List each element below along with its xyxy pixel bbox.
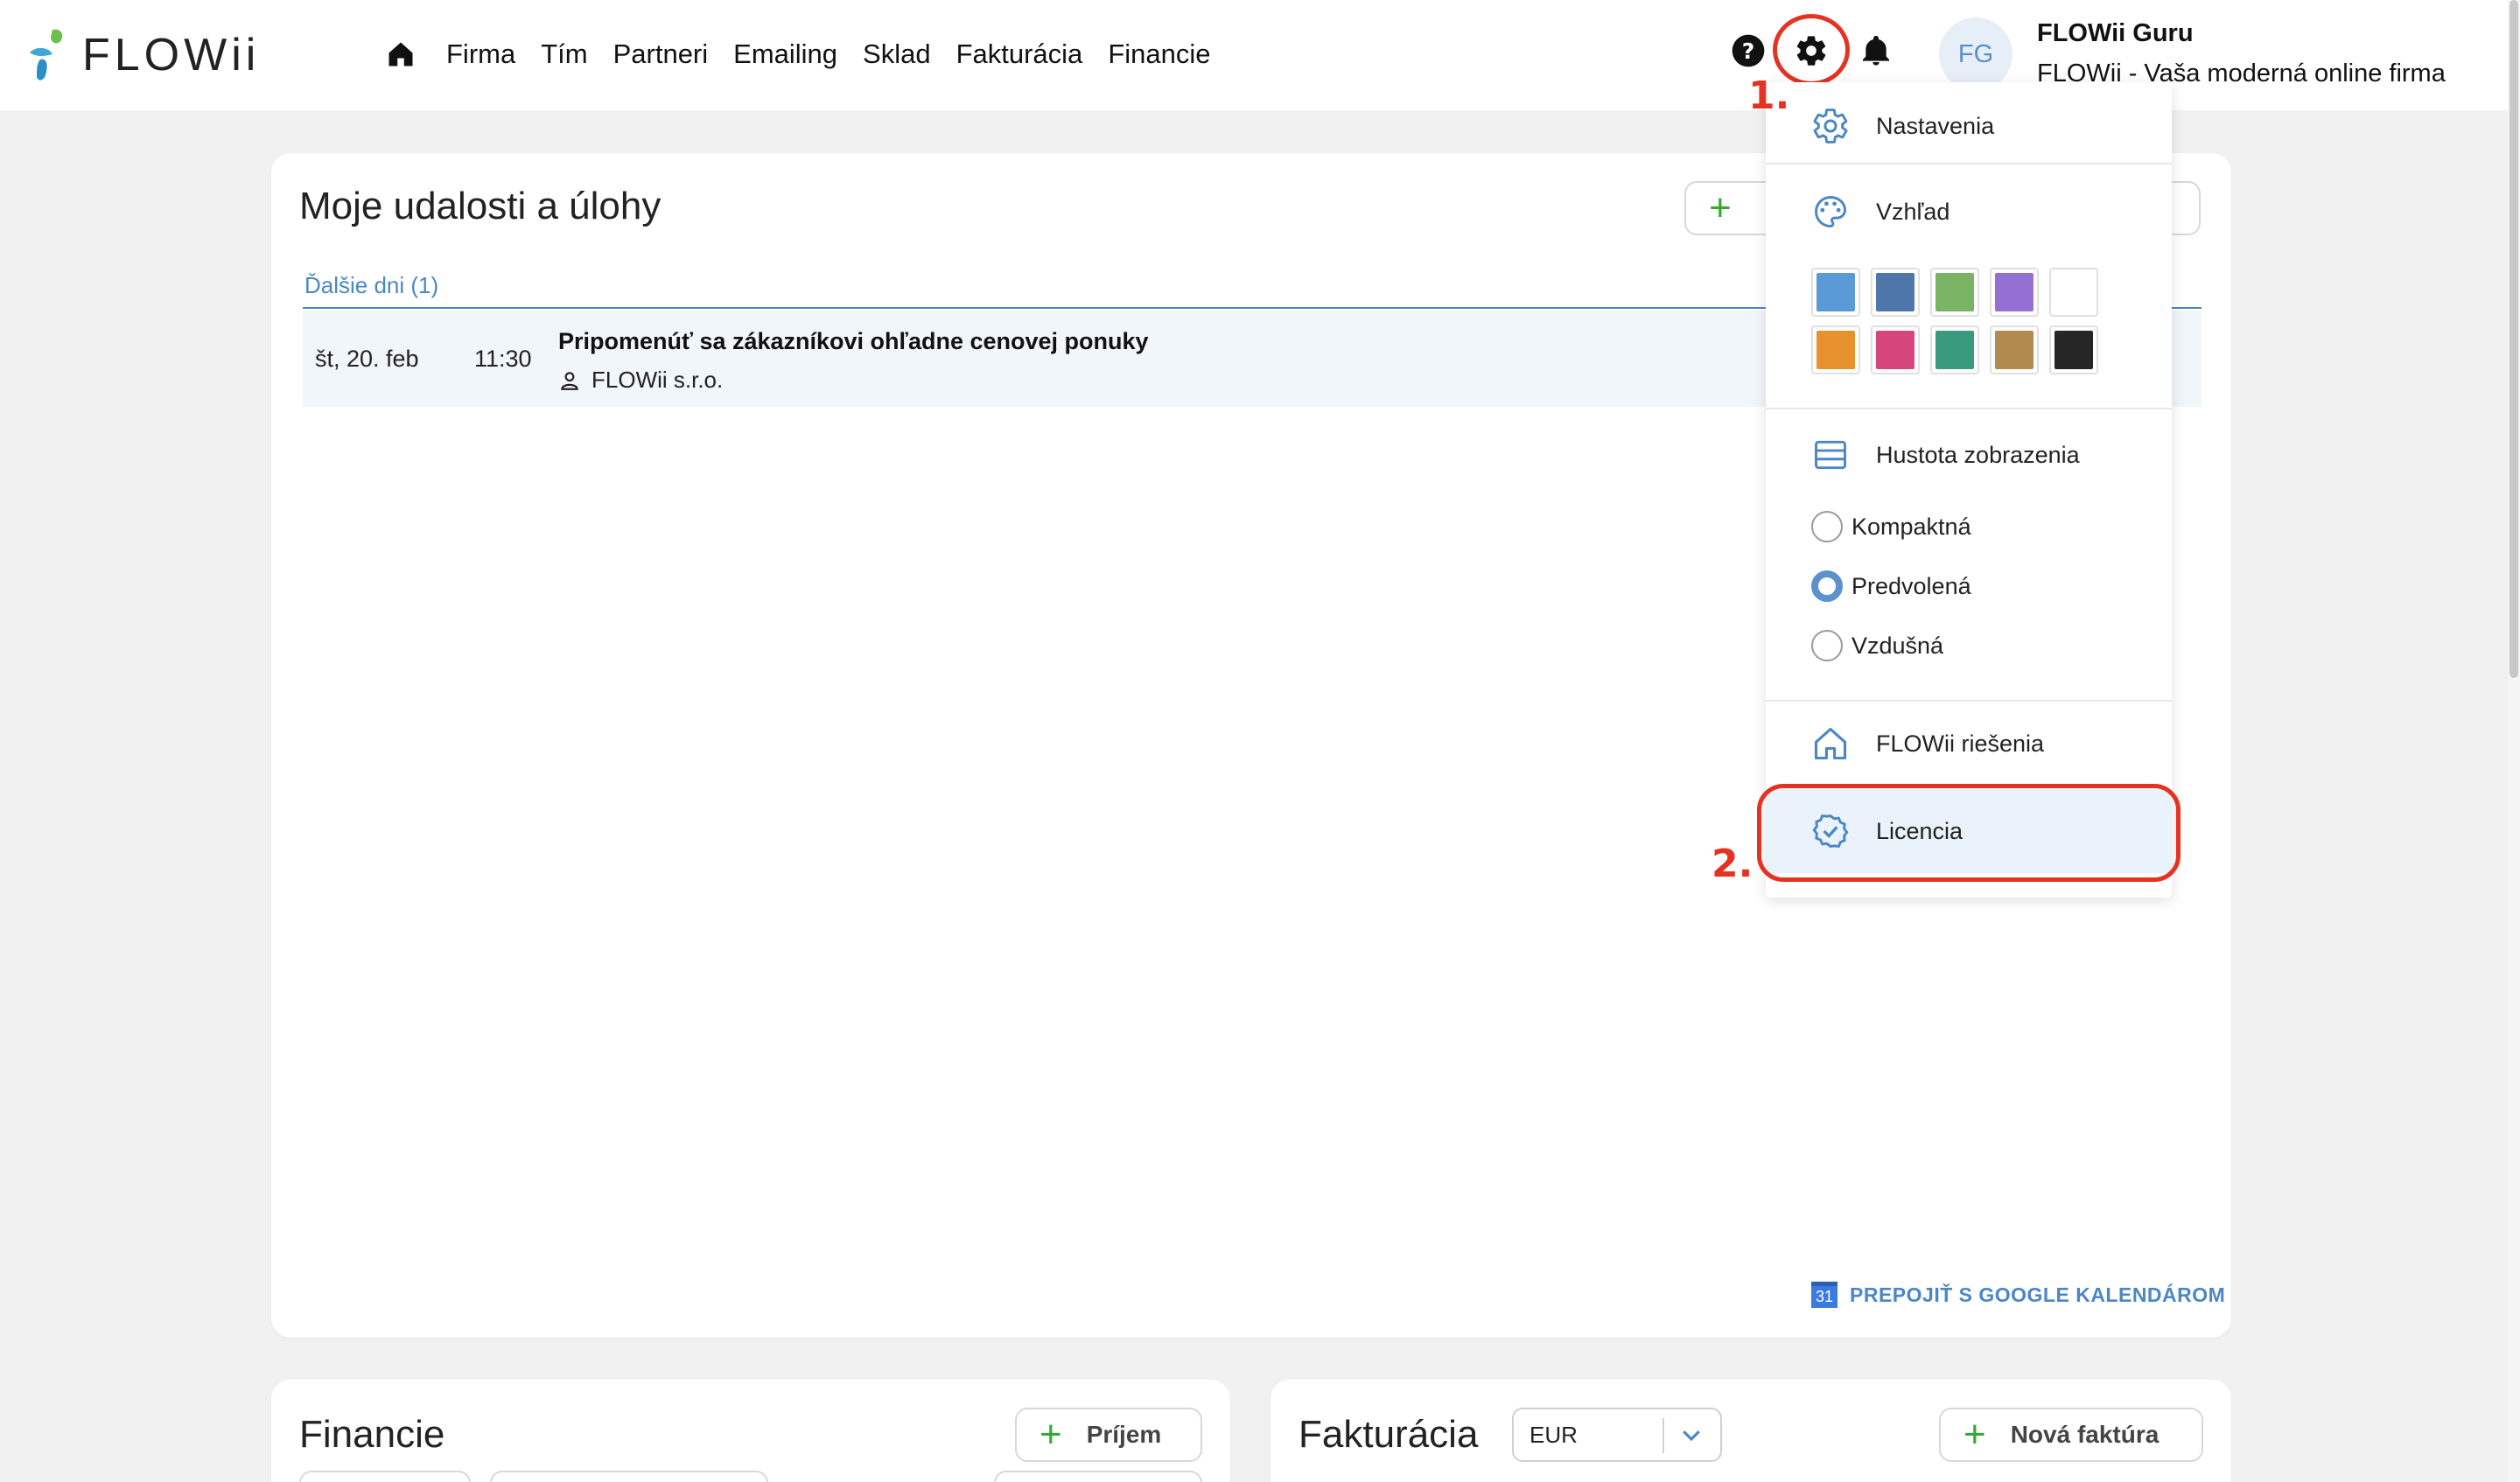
menu-separator xyxy=(1766,408,2172,409)
palette-icon xyxy=(1815,196,1846,227)
color-swatch-teal[interactable] xyxy=(1930,325,1979,374)
upcoming-days-tab[interactable]: Ďalšie dni (1) xyxy=(304,272,438,299)
avatar[interactable]: FG xyxy=(1939,17,2012,91)
color-swatch-green[interactable] xyxy=(1930,268,1979,317)
color-swatch-blue[interactable] xyxy=(1811,268,1860,317)
plus-icon: + xyxy=(1964,1413,1986,1456)
plus-icon: + xyxy=(1040,1413,1062,1456)
menu-separator xyxy=(1766,163,2172,164)
menu-item-solutions-label: FLOWii riešenia xyxy=(1876,730,2045,757)
scrollbar-thumb[interactable] xyxy=(2510,0,2518,678)
income-button[interactable]: + Príjem xyxy=(1015,1408,1202,1462)
finance-filter[interactable] xyxy=(299,1471,471,1482)
finance-filter[interactable] xyxy=(490,1471,768,1482)
menu-item-settings[interactable]: Nastavenia xyxy=(1766,100,2172,152)
menu-item-appearance-label: Vzhľad xyxy=(1876,198,1950,225)
nav-fakturacia[interactable]: Fakturácia xyxy=(956,38,1083,70)
home-icon[interactable] xyxy=(385,37,420,72)
event-company-name: FLOWii s.r.o. xyxy=(592,367,724,393)
nav-sklad[interactable]: Sklad xyxy=(863,38,931,70)
help-icon[interactable]: ? xyxy=(1726,28,1771,73)
annotation-step-2: 2. xyxy=(1712,842,1754,886)
user-name[interactable]: FLOWii Guru xyxy=(2037,19,2194,48)
menu-item-settings-label: Nastavenia xyxy=(1876,112,1995,139)
color-swatch-navy[interactable] xyxy=(1871,268,1920,317)
finance-filter[interactable] xyxy=(994,1471,1202,1482)
color-swatch-purple[interactable] xyxy=(1990,268,2039,317)
annotation-ring-license xyxy=(1757,784,2180,882)
logo[interactable]: FLOWii xyxy=(26,24,260,86)
new-invoice-button-label: Nová faktúra xyxy=(2010,1421,2160,1448)
invoicing-card: Fakturácia EUR + Nová faktúra xyxy=(1270,1380,2231,1482)
select-divider xyxy=(1662,1418,1664,1453)
annotation-step-1: 1. xyxy=(1748,73,1790,118)
radio-button[interactable] xyxy=(1811,630,1843,661)
event-date: št, 20. feb xyxy=(315,346,419,372)
plus-icon: + xyxy=(1709,186,1732,229)
color-swatch-black[interactable] xyxy=(2049,325,2098,374)
calendar-icon: 31 xyxy=(1811,1282,1838,1308)
nav-partneri[interactable]: Partneri xyxy=(613,38,709,70)
settings-icon xyxy=(1813,108,1848,143)
radio-button[interactable] xyxy=(1811,511,1843,542)
invoicing-title: Fakturácia xyxy=(1298,1413,1479,1456)
nav-financie[interactable]: Financie xyxy=(1108,38,1210,70)
density-option-label: Vzdušná xyxy=(1852,632,1944,659)
main-nav: Firma Tím Partneri Emailing Sklad Faktur… xyxy=(385,31,1236,77)
color-swatch-pink[interactable] xyxy=(1871,325,1920,374)
color-swatch-orange[interactable] xyxy=(1811,325,1860,374)
currency-value: EUR xyxy=(1530,1421,1578,1448)
event-title[interactable]: Pripomenúť sa zákazníkovi ohľadne cenove… xyxy=(558,328,1149,355)
event-company[interactable]: FLOWii s.r.o. xyxy=(558,367,723,394)
nav-firma[interactable]: Firma xyxy=(446,38,515,70)
settings-dropdown: Nastavenia Vzhľad Hustota zobrazenia Kom… xyxy=(1766,82,2172,898)
scrollbar[interactable] xyxy=(2508,0,2520,1482)
radio-button-selected[interactable] xyxy=(1811,570,1843,602)
flowii-logo-icon xyxy=(30,29,63,80)
event-time: 11:30 xyxy=(474,346,532,372)
density-option-label: Kompaktná xyxy=(1852,513,1971,540)
google-calendar-link[interactable]: 31 PREPOJIŤ S GOOGLE KALENDÁROM xyxy=(1811,1282,2225,1308)
nav-emailing[interactable]: Emailing xyxy=(733,38,837,70)
color-swatch-brown[interactable] xyxy=(1990,325,2039,374)
nav-tim[interactable]: Tím xyxy=(541,38,587,70)
menu-separator xyxy=(1766,700,2172,702)
chevron-down-icon xyxy=(1683,1430,1700,1442)
density-option-airy[interactable]: Vzdušná xyxy=(1811,630,1943,661)
finance-title: Financie xyxy=(299,1413,445,1456)
finance-card: Financie + Príjem xyxy=(271,1380,1230,1482)
logo-text: FLOWii xyxy=(82,30,261,80)
density-option-compact[interactable]: Kompaktná xyxy=(1811,511,1971,542)
person-icon xyxy=(561,371,578,390)
google-calendar-link-text: PREPOJIŤ S GOOGLE KALENDÁROM xyxy=(1850,1283,2226,1306)
density-icon xyxy=(1815,440,1846,470)
svg-text:?: ? xyxy=(1742,38,1755,64)
color-swatch-white[interactable] xyxy=(2049,268,2098,317)
new-invoice-button[interactable]: + Nová faktúra xyxy=(1939,1408,2203,1462)
events-title: Moje udalosti a úlohy xyxy=(299,185,662,227)
menu-item-density-label: Hustota zobrazenia xyxy=(1876,441,2080,468)
density-option-default[interactable]: Predvolená xyxy=(1811,570,1971,602)
bell-icon[interactable] xyxy=(1853,28,1899,73)
house-icon xyxy=(1814,727,1847,760)
menu-item-appearance[interactable]: Vzhľad xyxy=(1766,185,2172,238)
income-button-label: Príjem xyxy=(1086,1421,1162,1448)
menu-item-solutions[interactable]: FLOWii riešenia xyxy=(1766,717,2172,770)
currency-select[interactable]: EUR xyxy=(1512,1408,1722,1462)
density-option-label: Predvolená xyxy=(1852,572,1971,599)
menu-item-density: Hustota zobrazenia xyxy=(1766,429,2172,481)
